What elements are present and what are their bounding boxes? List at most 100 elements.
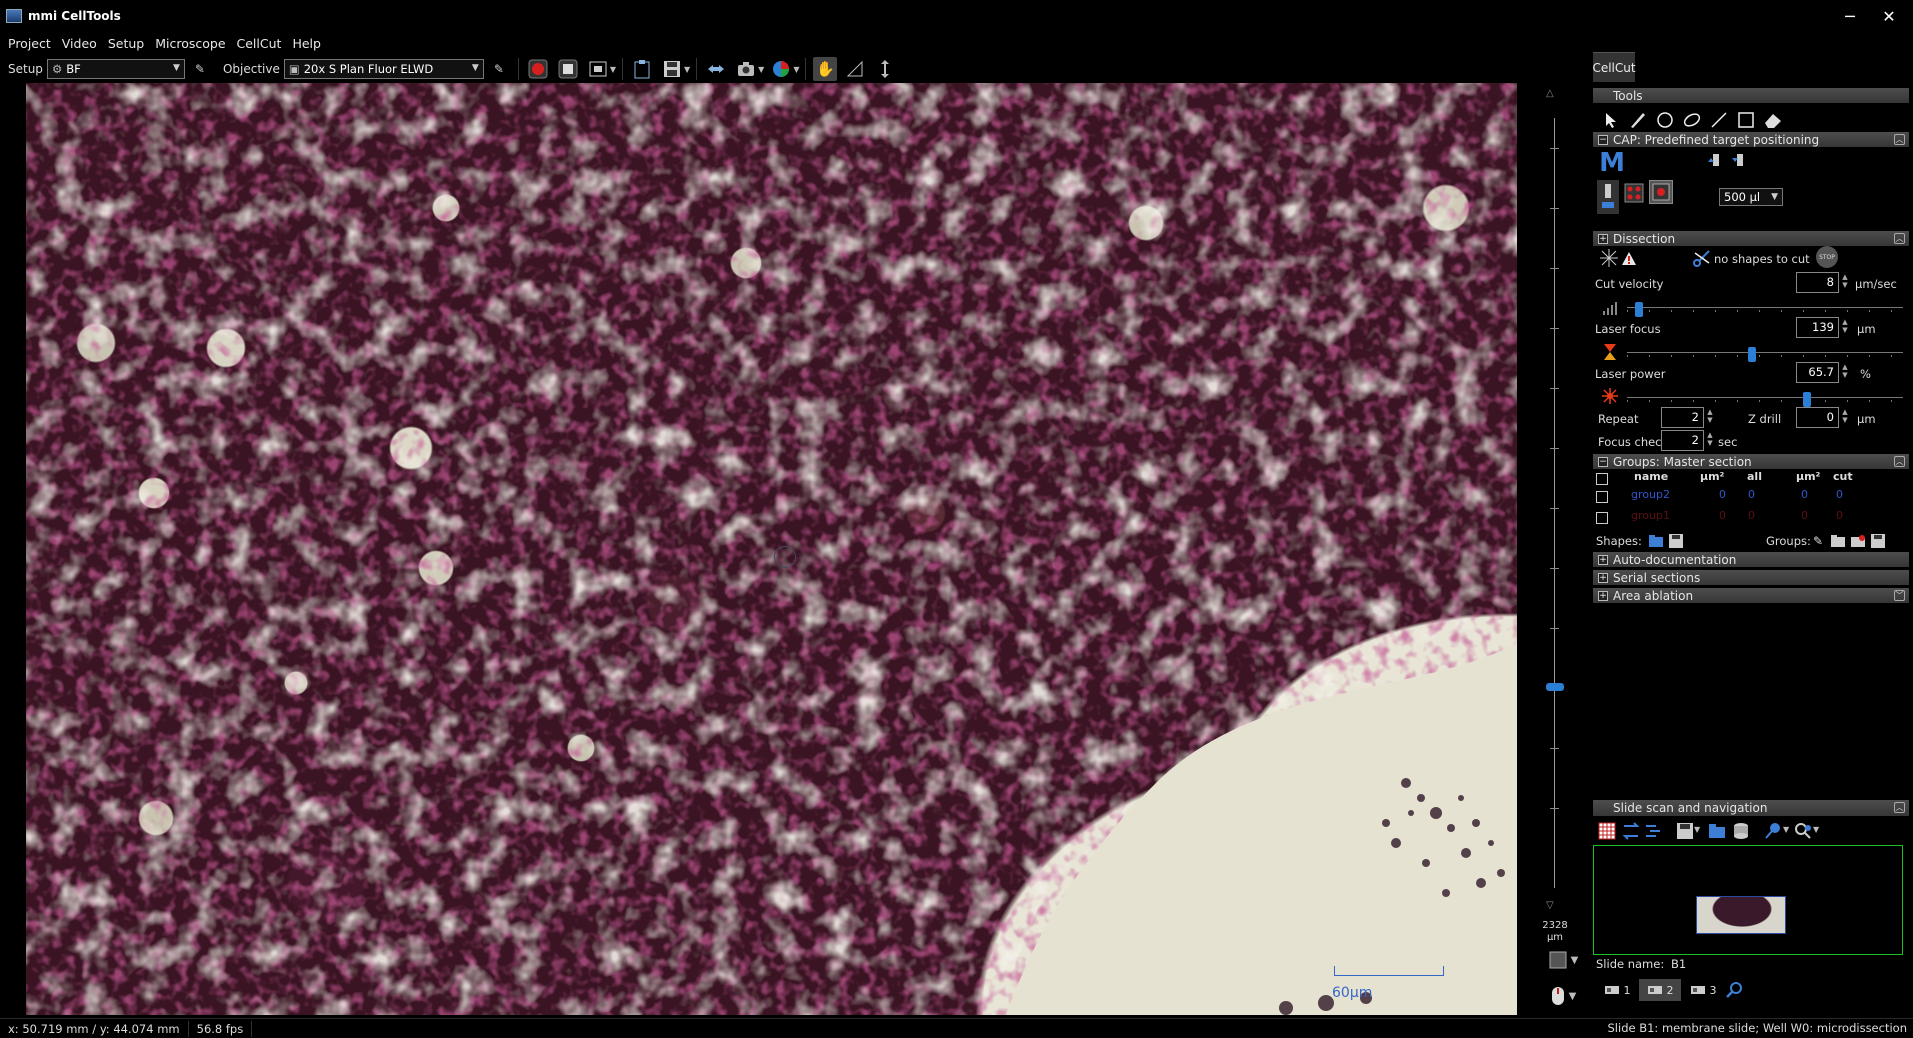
z-drill-spinner[interactable]: ▲ ▼: [1841, 408, 1849, 426]
laser-focus-slider[interactable]: [1627, 347, 1903, 362]
z-focus-ruler[interactable]: △ ▽ 2328 µm: [1535, 88, 1575, 958]
z-range-button[interactable]: [873, 57, 897, 81]
select-all-checkbox[interactable]: [1596, 473, 1608, 485]
laser-focus-spinner[interactable]: ▲ ▼: [1841, 318, 1849, 336]
chevron-down-icon[interactable]: ▼: [1694, 825, 1700, 834]
shapes-save-icon[interactable]: [1667, 532, 1685, 550]
laser-power-spinner[interactable]: ▲ ▼: [1841, 363, 1849, 381]
shapes-open-icon[interactable]: [1647, 532, 1665, 550]
chevron-down-icon[interactable]: ▼: [684, 65, 690, 74]
table-row[interactable]: group2 0 0 0 0: [1593, 488, 1909, 506]
cap-m-icon[interactable]: M: [1599, 148, 1625, 178]
focus-check-input[interactable]: 2: [1661, 430, 1704, 451]
cut-velocity-slider[interactable]: [1627, 302, 1903, 317]
line-tool-icon[interactable]: [1709, 110, 1729, 130]
record-button[interactable]: [526, 57, 550, 81]
pan-hand-button[interactable]: ✋: [813, 57, 838, 81]
chevron-down-icon[interactable]: ▼: [1813, 825, 1819, 834]
slider-thumb[interactable]: [1635, 302, 1643, 317]
cut-velocity-spinner[interactable]: ▲ ▼: [1841, 273, 1849, 291]
menu-help[interactable]: Help: [292, 36, 321, 51]
slider-thumb[interactable]: [1803, 392, 1811, 407]
cut-velocity-input[interactable]: 8: [1796, 272, 1839, 293]
scissors-icon[interactable]: [1693, 249, 1711, 267]
triangle-up-icon[interactable]: △: [1546, 88, 1554, 99]
close-button[interactable]: ✕: [1866, 0, 1912, 32]
slide-thumbnail[interactable]: [1696, 896, 1786, 934]
laser-starburst-icon[interactable]: [1599, 248, 1619, 268]
slide-3-button[interactable]: 3: [1683, 981, 1723, 999]
scan-route-icon[interactable]: [1643, 821, 1663, 841]
camera-button[interactable]: [734, 57, 758, 81]
pencil-icon[interactable]: ✎: [188, 57, 212, 81]
chevron-down-icon[interactable]: ▼: [1783, 825, 1789, 834]
repeat-input[interactable]: 2: [1661, 407, 1704, 428]
stop-cut-icon[interactable]: STOP: [1816, 246, 1838, 268]
scan-path-icon[interactable]: [1621, 821, 1641, 841]
row-checkbox[interactable]: [1596, 491, 1608, 503]
triangle-down-icon[interactable]: ▽: [1546, 900, 1554, 911]
pencil-icon[interactable]: ✎: [487, 57, 511, 81]
clipboard-button[interactable]: [630, 57, 654, 81]
cap-holder-icon[interactable]: [1597, 180, 1619, 214]
repeat-spinner[interactable]: ▲ ▼: [1706, 408, 1714, 426]
menu-cellcut[interactable]: CellCut: [237, 36, 282, 51]
chevron-down-icon[interactable]: ▼: [793, 65, 799, 74]
row-checkbox[interactable]: [1596, 512, 1608, 524]
search-icon[interactable]: [1723, 979, 1745, 1001]
color-balance-button[interactable]: [769, 57, 793, 81]
microscope-image-view[interactable]: 60µm: [26, 83, 1517, 1015]
mouse-mode-button[interactable]: ▼: [1542, 982, 1584, 1010]
cap-target-icon[interactable]: [1649, 180, 1673, 204]
tab-cellcut[interactable]: CellCut: [1592, 52, 1636, 82]
auto-documentation-section-header[interactable]: + Auto-documentation: [1593, 552, 1909, 567]
scan-open-icon[interactable]: [1707, 821, 1727, 841]
slide-1-button[interactable]: 1: [1597, 981, 1637, 999]
groups-save-icon[interactable]: [1869, 532, 1887, 550]
slide-navigation-preview[interactable]: [1593, 845, 1903, 955]
select-arrow-icon[interactable]: [1601, 110, 1621, 130]
slider-thumb[interactable]: [1748, 347, 1756, 362]
cap-lift-icon[interactable]: [1705, 152, 1727, 174]
menu-video[interactable]: Video: [62, 36, 97, 51]
cap-lower-icon[interactable]: [1729, 152, 1751, 174]
cap-section-header[interactable]: − CAP: Predefined target positioning ︿: [1593, 132, 1909, 147]
freehand-pen-icon[interactable]: [1628, 110, 1648, 130]
fit-view-button[interactable]: [704, 57, 728, 81]
measure-angle-button[interactable]: [843, 57, 867, 81]
menu-setup[interactable]: Setup: [108, 36, 144, 51]
table-row[interactable]: group1 0 0 0 0: [1593, 509, 1909, 527]
groups-section-header[interactable]: − Groups: Master section ︿: [1593, 454, 1909, 469]
view-mode-button[interactable]: ▼: [1542, 946, 1584, 974]
circle-tool-icon[interactable]: [1655, 110, 1675, 130]
laser-power-input[interactable]: 65.7: [1796, 362, 1839, 383]
menu-project[interactable]: Project: [8, 36, 51, 51]
chevron-down-icon[interactable]: ▼: [758, 65, 764, 74]
eraser-icon[interactable]: [1763, 110, 1783, 130]
cap-pattern-icon[interactable]: [1623, 182, 1645, 204]
focus-check-spinner[interactable]: ▲ ▼: [1706, 431, 1714, 449]
groups-delete-icon[interactable]: [1849, 532, 1867, 550]
groups-edit-icon[interactable]: ✎: [1809, 532, 1827, 550]
chevron-down-icon[interactable]: ▼: [610, 65, 616, 74]
slide-holder-icon[interactable]: [1731, 821, 1751, 841]
snapshot-settings-button[interactable]: [586, 57, 610, 81]
pin-icon[interactable]: [1763, 821, 1783, 841]
area-ablation-section-header[interactable]: + Area ablation ﹀: [1593, 588, 1909, 603]
groups-open-icon[interactable]: [1829, 532, 1847, 550]
scan-save-icon[interactable]: [1675, 821, 1695, 841]
objective-select[interactable]: ▣ 20x S Plan Fluor ELWD ▼: [283, 59, 484, 79]
zoom-settings-icon[interactable]: [1793, 821, 1813, 841]
slide-scan-section-header[interactable]: Slide scan and navigation ︿: [1593, 800, 1909, 816]
z-focus-thumb[interactable]: [1546, 683, 1564, 691]
scan-grid-icon[interactable]: [1597, 821, 1617, 841]
menu-microscope[interactable]: Microscope: [155, 36, 225, 51]
serial-sections-section-header[interactable]: + Serial sections: [1593, 570, 1909, 585]
z-drill-input[interactable]: 0: [1796, 407, 1839, 428]
rectangle-tool-icon[interactable]: [1736, 110, 1756, 130]
laser-focus-input[interactable]: 139: [1796, 317, 1839, 338]
slide-2-button[interactable]: 2: [1639, 979, 1681, 1001]
dissection-section-header[interactable]: + Dissection ︿: [1593, 231, 1909, 246]
ellipse-tool-icon[interactable]: [1682, 110, 1702, 130]
save-button[interactable]: [660, 57, 684, 81]
